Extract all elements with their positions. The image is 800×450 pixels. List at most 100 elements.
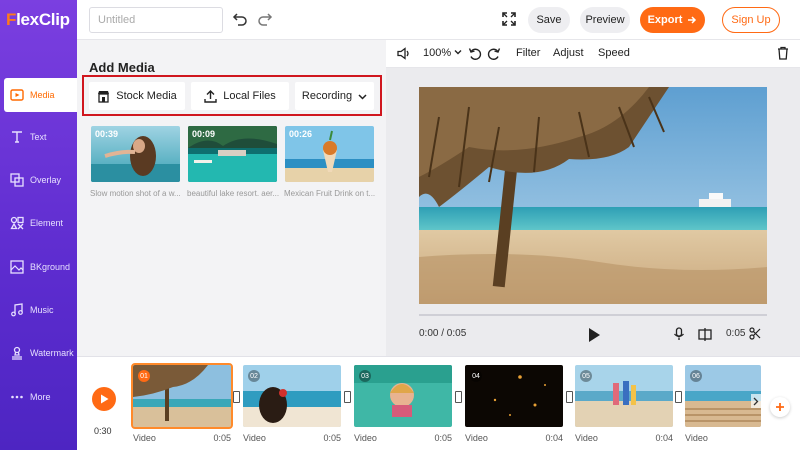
editor-toolbar: 100% Filter Adjust Speed: [386, 40, 800, 68]
plus-icon: [775, 402, 785, 412]
play-icon: [100, 394, 109, 404]
sidebar-item-overlay[interactable]: Overlay: [0, 163, 77, 197]
sidebar-item-label: Text: [30, 132, 47, 142]
app-logo[interactable]: FlexClip: [6, 10, 70, 30]
sidebar-item-bkground[interactable]: BKground: [0, 250, 77, 284]
clip-number: 03: [359, 370, 371, 382]
local-files-button[interactable]: Local Files: [191, 82, 289, 110]
clip-label: Video: [575, 433, 598, 443]
store-icon: [97, 90, 110, 103]
timeline-clip[interactable]: 03: [354, 365, 452, 427]
rotate-left-icon[interactable]: [468, 47, 482, 64]
scissors-icon[interactable]: [749, 327, 761, 345]
sidebar-item-music[interactable]: Music: [0, 293, 77, 327]
trash-icon[interactable]: [777, 46, 789, 63]
sidebar-item-element[interactable]: Element: [0, 206, 77, 240]
arrow-right-icon: [687, 15, 697, 25]
timeline-clip[interactable]: 01: [131, 363, 233, 429]
duration-badge: 00:09: [192, 129, 216, 139]
sidebar: FlexClip Media Text Overlay Element BKgr…: [0, 0, 77, 450]
filter-button[interactable]: Filter: [516, 47, 540, 59]
undo-icon[interactable]: [232, 11, 248, 27]
media-caption: beautiful lake resort. aer...: [187, 189, 279, 198]
sidebar-item-label: BKground: [30, 262, 71, 272]
clip-number: 04: [470, 370, 482, 382]
timeline-clip[interactable]: 04: [465, 365, 563, 427]
media-thumbnail[interactable]: 00:26: [285, 126, 374, 182]
transition-button[interactable]: [344, 391, 351, 403]
transition-button[interactable]: [233, 391, 240, 403]
total-duration: 0:30: [94, 426, 112, 436]
element-icon: [10, 216, 24, 230]
duration-badge: 00:26: [289, 129, 313, 139]
recording-dropdown[interactable]: Recording: [295, 82, 374, 110]
timeline-clip[interactable]: 02: [243, 365, 341, 427]
clip-duration: 0:05: [323, 433, 341, 443]
save-button[interactable]: Save: [528, 7, 570, 33]
chevron-right-icon: [753, 397, 759, 406]
fullscreen-icon[interactable]: [501, 11, 517, 27]
sidebar-item-more[interactable]: More: [0, 380, 77, 414]
top-bar: Save Preview Export Sign Up: [77, 0, 800, 40]
clip-label: Video: [243, 433, 266, 443]
project-title-input[interactable]: [89, 7, 223, 33]
sidebar-item-media[interactable]: Media: [4, 78, 77, 112]
sidebar-item-label: Media: [30, 90, 55, 100]
zoom-select[interactable]: 100%: [423, 47, 462, 59]
clip-label: Video: [354, 433, 377, 443]
sidebar-item-label: Watermark: [30, 348, 74, 358]
sidebar-item-label: Element: [30, 218, 64, 228]
media-thumbnail[interactable]: 00:39: [91, 126, 180, 182]
sidebar-item-label: Music: [30, 305, 54, 315]
end-time: 0:05: [726, 328, 746, 339]
transition-button[interactable]: [455, 391, 462, 403]
clip-duration: 0:05: [213, 433, 231, 443]
timeline-play-button[interactable]: [92, 387, 116, 411]
microphone-icon[interactable]: [673, 327, 685, 346]
export-button[interactable]: Export: [640, 7, 705, 33]
sidebar-item-text[interactable]: Text: [0, 120, 77, 154]
more-icon: [10, 390, 24, 404]
chevron-down-icon: [454, 47, 462, 59]
redo-icon[interactable]: [257, 11, 273, 27]
clip-label: Video: [133, 433, 156, 443]
panel-title: Add Media: [89, 60, 155, 75]
clip-duration: 0:05: [434, 433, 452, 443]
clip-number: 02: [248, 370, 260, 382]
adjust-button[interactable]: Adjust: [553, 47, 584, 59]
sidebar-item-watermark[interactable]: Watermark: [0, 336, 77, 370]
progress-track[interactable]: [419, 314, 767, 316]
split-icon[interactable]: [698, 327, 712, 346]
rotate-right-icon[interactable]: [487, 47, 501, 64]
transition-button[interactable]: [675, 391, 682, 403]
upload-icon: [204, 89, 217, 103]
overlay-icon: [10, 173, 24, 187]
clip-number: 01: [138, 370, 150, 382]
volume-icon[interactable]: [397, 47, 411, 63]
clip-duration: 0:04: [655, 433, 673, 443]
video-preview[interactable]: [419, 87, 767, 304]
sidebar-item-label: Overlay: [30, 175, 62, 185]
media-panel: Add Media Stock Media Local Files Record…: [77, 40, 396, 356]
media-icon: [10, 88, 24, 102]
timeline-clip[interactable]: 06: [685, 365, 761, 427]
timeline-clip[interactable]: 05: [575, 365, 673, 427]
media-caption: Mexican Fruit Drink on t...: [284, 189, 376, 198]
add-clip-button[interactable]: [770, 397, 790, 417]
stock-media-button[interactable]: Stock Media: [89, 82, 185, 110]
current-time: 0:00 / 0:05: [419, 328, 467, 339]
clip-label: Video: [465, 433, 488, 443]
watermark-icon: [10, 346, 24, 360]
timeline-scroll-right[interactable]: [751, 394, 761, 408]
transition-button[interactable]: [566, 391, 573, 403]
chevron-down-icon: [358, 92, 367, 101]
sign-up-button[interactable]: Sign Up: [722, 7, 780, 33]
timeline: 0:30 01 Video 0:05 02 Video 0:05 03 Vide…: [77, 356, 800, 450]
speed-button[interactable]: Speed: [598, 47, 630, 59]
clip-label: Video: [685, 433, 708, 443]
media-thumbnail[interactable]: 00:09: [188, 126, 277, 182]
play-icon[interactable]: [587, 327, 601, 348]
preview-button[interactable]: Preview: [580, 7, 630, 33]
text-icon: [10, 130, 24, 144]
preview-area: 0:00 / 0:05 0:05: [386, 68, 800, 356]
